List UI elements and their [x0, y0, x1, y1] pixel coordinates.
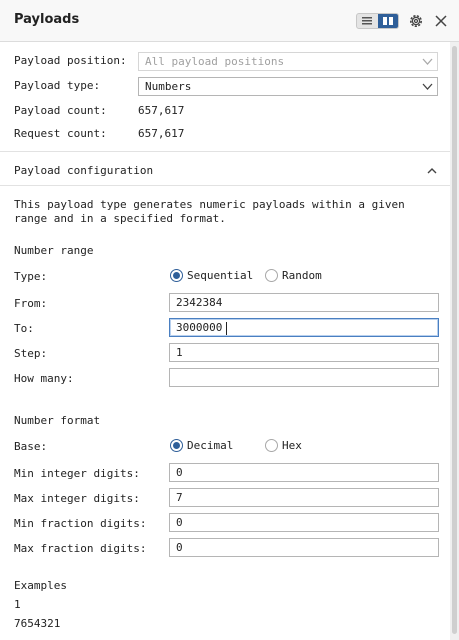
- radio-sequential-label: Sequential: [187, 269, 254, 282]
- payload-position-label: Payload position:: [14, 54, 127, 67]
- base-label: Base:: [14, 440, 48, 453]
- how-many-label: How many:: [14, 372, 74, 385]
- request-count-value: 657,617: [138, 127, 185, 140]
- radio-random-dot[interactable]: [265, 269, 278, 282]
- max-fraction-digits-label: Max fraction digits:: [14, 542, 147, 555]
- examples-heading: Examples: [14, 579, 67, 592]
- min-fraction-digits-input[interactable]: [169, 513, 439, 532]
- text-caret: [226, 322, 227, 335]
- from-label: From:: [14, 297, 48, 310]
- to-label: To:: [14, 322, 34, 335]
- min-integer-digits-label: Min integer digits:: [14, 467, 140, 480]
- payload-position-value: All payload positions: [145, 55, 285, 68]
- chevron-down-icon: [422, 83, 433, 90]
- radio-decimal-label: Decimal: [187, 439, 234, 452]
- range-type-label: Type:: [14, 270, 48, 283]
- section-divider: [0, 151, 450, 152]
- payload-description: This payload type generates numeric payl…: [14, 198, 405, 225]
- min-integer-digits-input[interactable]: [169, 463, 439, 482]
- layout-toggle[interactable]: [356, 13, 399, 29]
- section-title[interactable]: Payload configuration: [14, 164, 153, 178]
- columns-layout-icon: [383, 17, 393, 25]
- to-input[interactable]: [169, 318, 439, 337]
- radio-decimal-dot[interactable]: [170, 439, 183, 452]
- chevron-down-icon: [422, 58, 433, 65]
- number-range-heading: Number range: [14, 244, 94, 257]
- payload-count-value: 657,617: [138, 104, 185, 117]
- max-integer-digits-input[interactable]: [169, 488, 439, 507]
- radio-hex-label: Hex: [282, 439, 302, 452]
- radio-sequential[interactable]: Sequential: [170, 269, 255, 283]
- min-fraction-digits-label: Min fraction digits:: [14, 517, 147, 530]
- request-count-label: Request count:: [14, 127, 107, 140]
- radio-decimal[interactable]: Decimal: [170, 439, 240, 453]
- number-format-heading: Number format: [14, 414, 101, 427]
- close-icon[interactable]: [433, 13, 449, 29]
- step-input[interactable]: [169, 343, 439, 362]
- horizontal-layout-button[interactable]: [357, 14, 378, 28]
- from-input[interactable]: [169, 293, 439, 312]
- gear-icon[interactable]: [408, 13, 424, 29]
- max-integer-digits-label: Max integer digits:: [14, 492, 140, 505]
- example-item: 7654321: [14, 617, 61, 630]
- panel-header: Payloads: [0, 0, 459, 42]
- payload-type-label: Payload type:: [14, 79, 101, 92]
- section-header-divider: [0, 185, 450, 186]
- radio-hex[interactable]: Hex: [265, 439, 310, 453]
- payload-count-label: Payload count:: [14, 104, 107, 117]
- payload-type-value: Numbers: [145, 80, 192, 93]
- panel-title: Payloads: [14, 12, 80, 27]
- radio-random[interactable]: Random: [265, 269, 335, 283]
- radio-hex-dot[interactable]: [265, 439, 278, 452]
- example-item: 1: [14, 598, 21, 611]
- scrollbar-thumb[interactable]: [452, 46, 457, 634]
- payload-position-select: All payload positions: [138, 52, 438, 71]
- payload-type-select[interactable]: Numbers: [138, 77, 438, 96]
- step-label: Step:: [14, 347, 48, 360]
- radio-sequential-dot[interactable]: [170, 269, 183, 282]
- max-fraction-digits-input[interactable]: [169, 538, 439, 557]
- chevron-up-icon[interactable]: [425, 164, 439, 178]
- how-many-input[interactable]: [169, 368, 439, 387]
- radio-random-label: Random: [282, 269, 322, 282]
- vertical-layout-button[interactable]: [378, 14, 398, 28]
- rows-layout-icon: [362, 17, 372, 25]
